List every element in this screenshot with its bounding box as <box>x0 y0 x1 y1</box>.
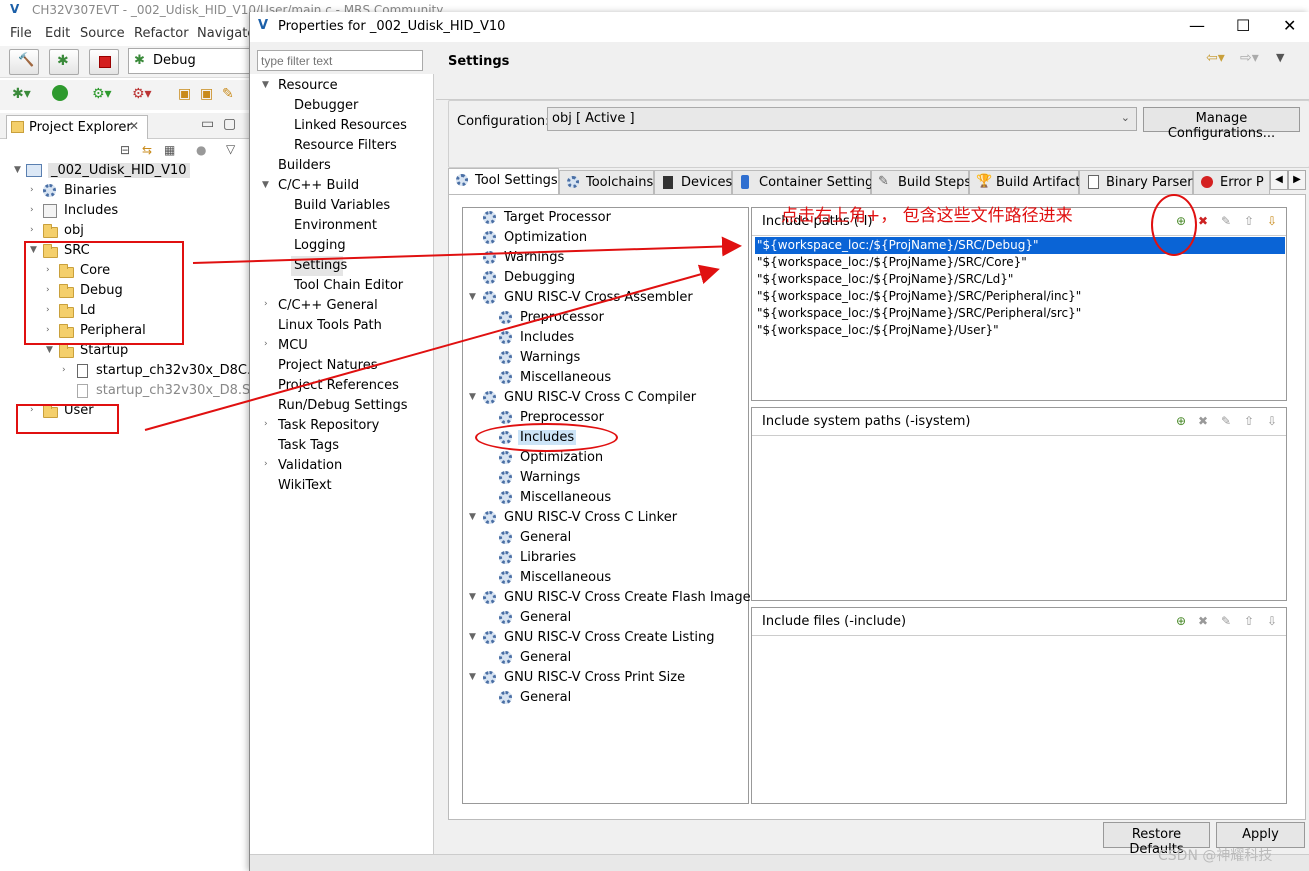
annotation-arrow-src <box>192 236 742 264</box>
annotation-arrows <box>144 236 742 431</box>
annotation-arrow-user <box>144 264 720 431</box>
annotation-text: 点击右上角+， 包含这些文件路径进来 <box>781 206 1073 226</box>
watermark: CSDN @神耀科技 <box>1158 848 1273 864</box>
